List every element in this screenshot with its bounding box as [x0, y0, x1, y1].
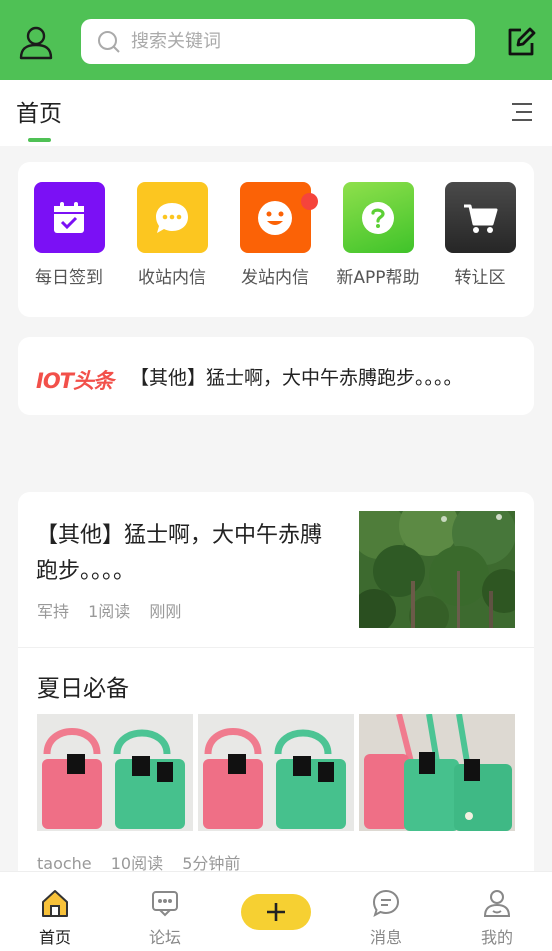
notification-badge	[300, 193, 318, 210]
nav-mine[interactable]: 我的	[467, 888, 527, 948]
message-icon	[372, 889, 400, 918]
post-title[interactable]: 【其他】猛士啊，大中午赤膊跑步。。。。	[36, 518, 341, 590]
shortcut-app-help[interactable]: 新APP帮助	[328, 182, 428, 288]
nav-label: 消息	[369, 928, 402, 947]
profile-icon	[483, 890, 511, 917]
nav-label: 论坛	[148, 928, 181, 947]
post-image-crochet-bags[interactable]	[359, 714, 515, 831]
post-author: taoche	[37, 854, 92, 872]
tab-row: 首页	[0, 80, 552, 146]
post-feed: 【其他】猛士啊，大中午赤膊跑步。。。。 军持 1阅读 刚刚 夏日必备 taoch…	[18, 492, 534, 872]
ticker-text[interactable]: 【其他】猛士啊，大中午赤膊跑步。。。。	[130, 363, 525, 390]
post-reads: 10阅读	[110, 854, 164, 872]
shortcut-label: 发站内信	[241, 268, 309, 288]
smiley-icon	[239, 182, 318, 253]
tab-home[interactable]: 首页	[16, 94, 62, 128]
shortcut-transfer-zone[interactable]: 转让区	[430, 182, 530, 288]
shortcut-label: 每日签到	[35, 268, 103, 288]
bottom-nav: 首页 论坛 消息 我的	[0, 871, 552, 951]
nav-label: 我的	[480, 928, 513, 947]
tab-active-indicator	[28, 138, 51, 142]
shortcut-send-message[interactable]: 发站内信	[225, 182, 325, 288]
post-time: 5分钟前	[182, 854, 241, 872]
post-time: 刚刚	[149, 602, 182, 621]
home-icon	[42, 890, 68, 917]
nav-forum[interactable]: 论坛	[135, 888, 195, 948]
shortcut-daily-checkin[interactable]: 每日签到	[19, 182, 119, 288]
forum-icon	[152, 891, 178, 917]
question-icon	[342, 182, 414, 253]
post-image-crochet-bags[interactable]	[198, 714, 354, 831]
shortcut-panel: 每日签到 收站内信 发站内信 新APP帮助 转让区	[18, 162, 534, 317]
search-input[interactable]	[131, 31, 431, 52]
post-reads: 1阅读	[88, 602, 131, 621]
divider	[18, 647, 534, 648]
top-bar	[0, 0, 552, 80]
shortcut-label: 新APP帮助	[336, 268, 420, 288]
post-title[interactable]: 夏日必备	[37, 669, 129, 703]
cart-icon	[444, 182, 516, 253]
user-icon[interactable]	[18, 24, 54, 60]
plus-icon	[267, 903, 285, 921]
menu-icon[interactable]	[510, 102, 534, 122]
post-meta: 军持 1阅读 刚刚	[37, 598, 195, 622]
shortcut-label: 收站内信	[138, 268, 206, 288]
post-image-crochet-bags[interactable]	[37, 714, 193, 831]
post-meta: taoche 10阅读 5分钟前	[37, 850, 254, 872]
chat-bubble-icon	[136, 182, 208, 253]
nav-home[interactable]: 首页	[25, 888, 85, 948]
search-bar[interactable]	[81, 19, 475, 64]
shortcut-inbox[interactable]: 收站内信	[122, 182, 222, 288]
calendar-check-icon	[33, 182, 105, 253]
nav-label: 首页	[38, 928, 71, 947]
shortcut-label: 转让区	[454, 268, 506, 288]
search-icon	[98, 30, 120, 53]
post-new-button[interactable]	[241, 894, 311, 930]
compose-icon[interactable]	[505, 26, 537, 58]
iot-headline-logo: IOT头条	[36, 369, 114, 393]
post-thumbnail-trees[interactable]	[359, 511, 515, 628]
nav-messages[interactable]: 消息	[356, 888, 416, 948]
post-author: 军持	[37, 602, 70, 621]
headline-ticker[interactable]: IOT头条 【其他】猛士啊，大中午赤膊跑步。。。。	[18, 337, 534, 415]
